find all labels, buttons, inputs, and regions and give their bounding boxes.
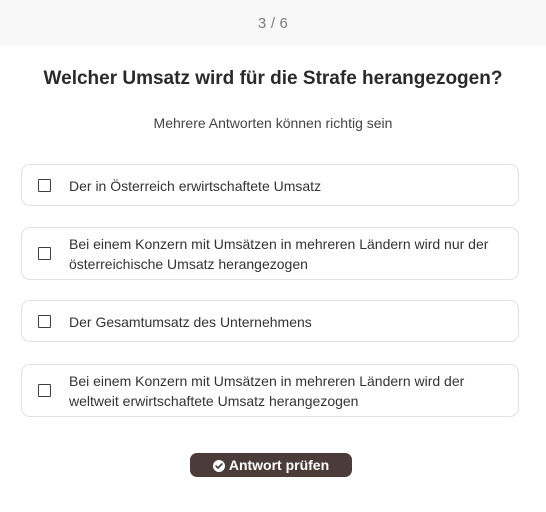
answer-option-label: Der in Österreich erwirtschaftete Umsatz — [69, 178, 322, 194]
answer-option-4[interactable]: Bei einem Konzern mit Umsätzen in mehrer… — [21, 364, 519, 417]
progress-header: 3 / 6 — [0, 0, 546, 46]
question-hint: Mehrere Antworten können richtig sein — [153, 115, 393, 131]
check-circle-icon — [212, 459, 225, 472]
check-answer-button[interactable]: Antwort prüfen — [190, 453, 352, 477]
answer-option-3[interactable]: Der Gesamtumsatz des Unternehmens — [21, 300, 519, 342]
checkbox-icon[interactable] — [38, 384, 51, 397]
answer-option-label: Bei einem Konzern mit Umsätzen in mehrer… — [69, 236, 489, 272]
checkbox-icon[interactable] — [38, 247, 51, 260]
answer-option-label: Der Gesamtumsatz des Unternehmens — [69, 314, 312, 330]
question-title: Welcher Umsatz wird für die Strafe heran… — [43, 68, 503, 89]
answer-option-2[interactable]: Bei einem Konzern mit Umsätzen in mehrer… — [21, 227, 519, 280]
checkbox-icon[interactable] — [38, 315, 51, 328]
answer-option-1[interactable]: Der in Österreich erwirtschaftete Umsatz — [21, 164, 519, 206]
quiz-panel: 3 / 6 Welcher Umsatz wird für die Strafe… — [0, 0, 546, 512]
answer-option-label: Bei einem Konzern mit Umsätzen in mehrer… — [69, 373, 465, 409]
check-answer-label: Antwort prüfen — [228, 457, 330, 473]
question-progress: 3 / 6 — [257, 15, 289, 32]
checkbox-icon[interactable] — [38, 179, 51, 192]
